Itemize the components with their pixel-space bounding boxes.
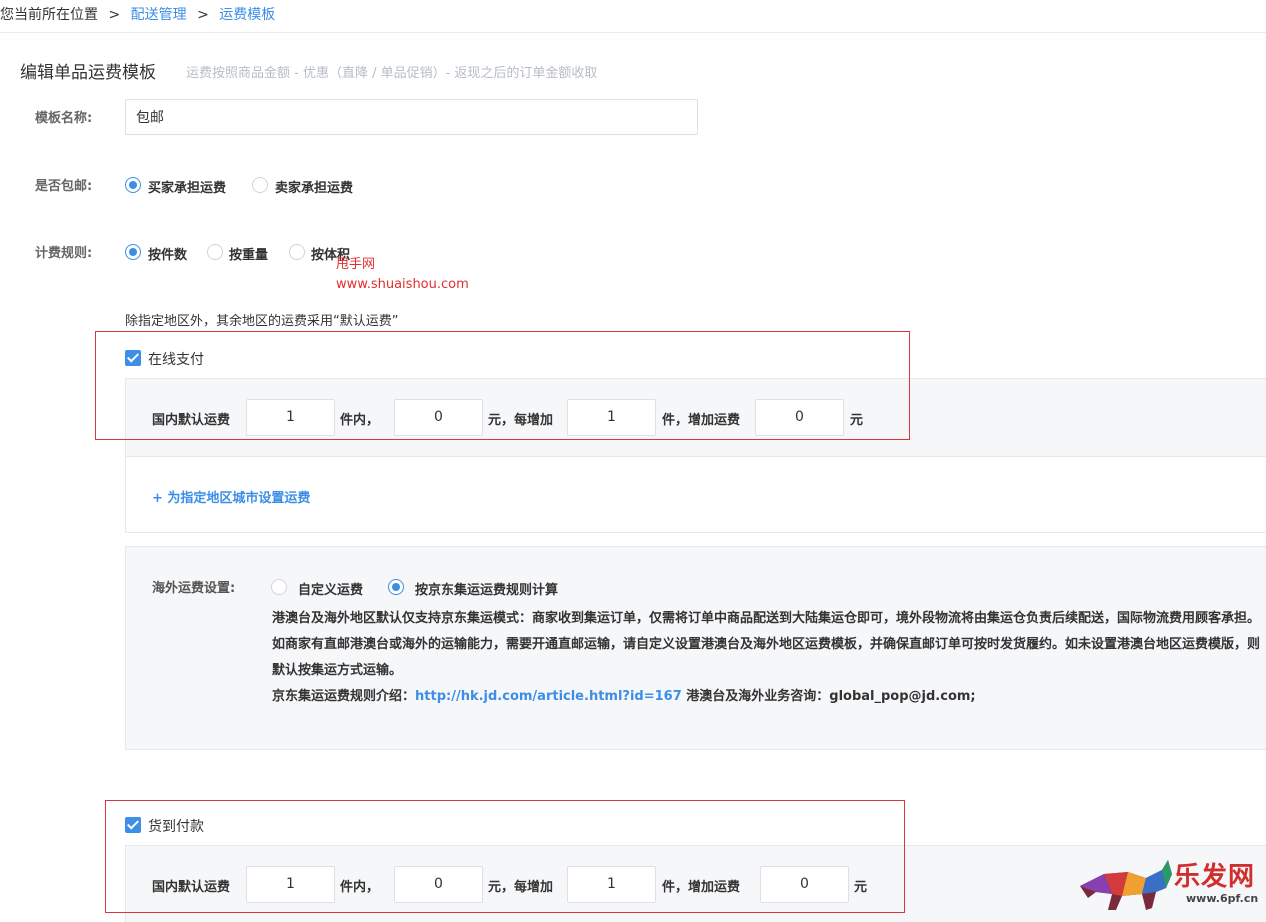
breadcrumb-link-shipping-template[interactable]: 运费模板: [219, 7, 275, 23]
radio-jd-consolidation-label[interactable]: 按京东集运运费规则计算: [415, 579, 558, 598]
breadcrumb-separator: >: [108, 7, 121, 23]
jd-rule-link[interactable]: http://hk.jd.com/article.html?id=167: [415, 689, 682, 704]
radio-by-piece[interactable]: [125, 244, 141, 260]
highlight-box: [95, 331, 910, 440]
overseas-rule-prefix: 京东集运运费规则介绍：: [272, 689, 416, 704]
radio-buyer-pays-label[interactable]: 买家承担运费: [148, 177, 226, 196]
breadcrumb-separator: >: [197, 7, 209, 23]
breadcrumb-prefix: 您当前所在位置: [0, 7, 98, 23]
overseas-paragraph: 京东集运运费规则介绍：http://hk.jd.com/article.html…: [272, 684, 1262, 710]
overseas-label: 海外运费设置:: [152, 581, 236, 596]
radio-by-volume[interactable]: [289, 244, 305, 260]
page-title: 编辑单品运费模板: [20, 63, 156, 83]
add-region-fee-link[interactable]: + 为指定地区城市设置运费: [152, 487, 310, 506]
logo-url: www.6pf.cn: [1186, 892, 1259, 905]
template-name-input[interactable]: [125, 99, 698, 135]
breadcrumb: 您当前所在位置 > 配送管理 > 运费模板: [0, 4, 275, 24]
radio-custom-overseas-label[interactable]: 自定义运费: [298, 579, 363, 598]
overseas-paragraph: 如商家有直邮港澳台或海外的运输能力，需要开通直邮运输，请自定义设置港澳台及海外地…: [272, 637, 1261, 678]
highlight-box: [105, 800, 905, 913]
watermark-line2: www.shuaishou.com: [336, 277, 469, 292]
radio-custom-overseas[interactable]: [271, 579, 287, 595]
radio-seller-pays-label[interactable]: 卖家承担运费: [275, 177, 353, 196]
radio-by-piece-label[interactable]: 按件数: [148, 244, 187, 263]
site-logo-watermark: 乐发网 www.6pf.cn: [1076, 852, 1266, 922]
breadcrumb-link-delivery[interactable]: 配送管理: [131, 7, 187, 23]
free-shipping-label: 是否包邮:: [35, 179, 93, 194]
default-fee-note: 除指定地区外，其余地区的运费采用“默认运费”: [125, 314, 399, 329]
logo-text: 乐发网: [1174, 862, 1256, 892]
watermark-text: 甩手网 www.shuaishou.com: [336, 255, 469, 295]
radio-buyer-pays[interactable]: [125, 177, 141, 193]
radio-by-weight-label[interactable]: 按重量: [229, 244, 268, 263]
radio-seller-pays[interactable]: [252, 177, 268, 193]
overseas-contact: 港澳台及海外业务咨询：global_pop@jd.com;: [681, 689, 976, 704]
overseas-description: 港澳台及海外地区默认仅支持京东集运模式：商家收到集运订单，仅需将订单中商品配送到…: [272, 606, 1262, 710]
billing-rule-label: 计费规则:: [35, 246, 93, 261]
radio-by-weight[interactable]: [207, 244, 223, 260]
divider: [0, 32, 1266, 33]
page-subtitle: 运费按照商品金额 - 优惠（直降 / 单品促销）- 返现之后的订单金额收取: [186, 66, 598, 81]
overseas-paragraph: 港澳台及海外地区默认仅支持京东集运模式：商家收到集运订单，仅需将订单中商品配送到…: [272, 611, 1261, 626]
watermark-line1: 甩手网: [336, 257, 376, 272]
template-name-label: 模板名称:: [35, 111, 93, 126]
radio-jd-consolidation[interactable]: [388, 579, 404, 595]
